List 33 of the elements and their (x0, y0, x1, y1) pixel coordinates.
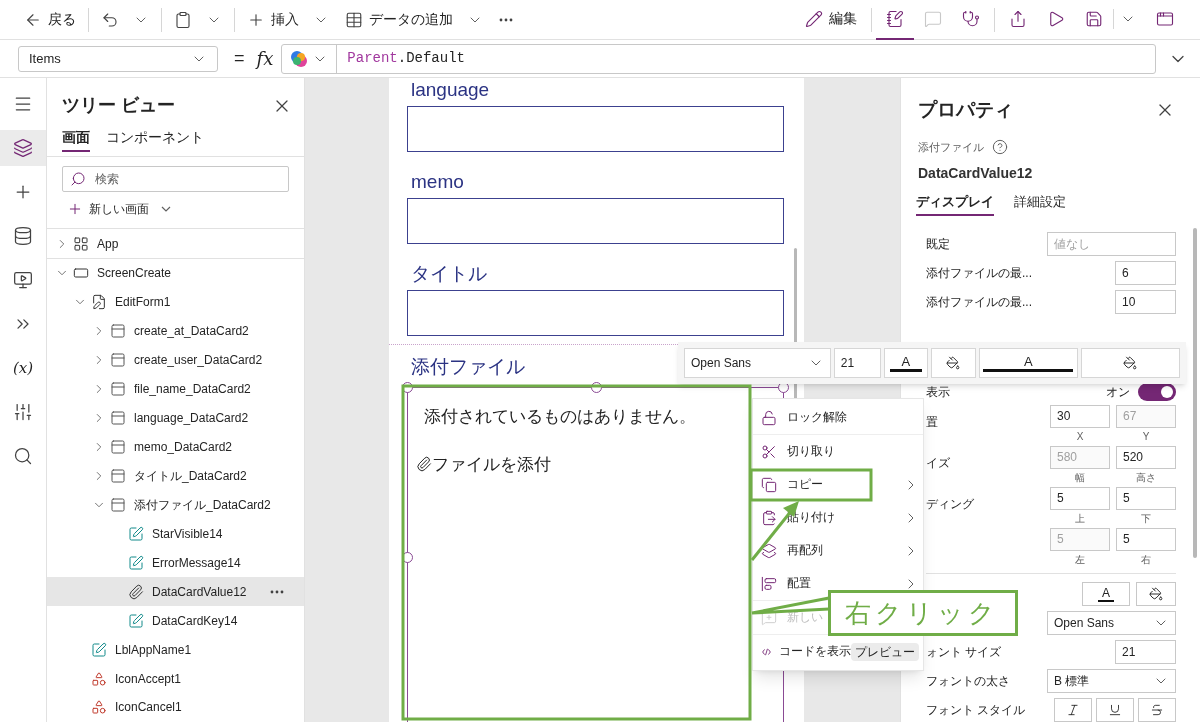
field-label: language (411, 78, 490, 102)
formula-text: Parent.Default (347, 49, 465, 68)
property-label: 置 (926, 414, 938, 429)
panel-title: ツリー ビュー (62, 94, 175, 117)
equals-sign: = (234, 47, 245, 70)
preview-tag: プレビュー (851, 642, 919, 661)
property-label: 添付ファイルの最... (926, 265, 1032, 282)
field-label: memo (411, 170, 464, 194)
property-label: ディング (926, 496, 974, 511)
empty-message: 添付されているものはありません。 (424, 406, 696, 428)
property-label: 表示 (926, 383, 950, 401)
fx-label: fx (256, 47, 274, 71)
toggle-state: オン (1106, 383, 1130, 401)
field-label: 添付ファイル (411, 355, 525, 379)
property-label: フォント スタイル (926, 702, 1026, 719)
field-caption: 上 (1075, 511, 1085, 526)
property-label: イズ (926, 455, 950, 470)
callout: 右クリック (828, 590, 1018, 636)
property-label: ォント サイズ (926, 644, 1002, 661)
field-caption: 右 (1141, 552, 1151, 567)
property-label: 添付ファイルの最... (926, 294, 1032, 311)
field-caption: X (1076, 429, 1084, 444)
control-name: DataCardValue12 (917, 164, 1034, 183)
field-label: タイトル (411, 262, 487, 286)
field-caption: 幅 (1075, 470, 1085, 485)
control-type: 添付ファイル (918, 139, 984, 155)
panel-title: プロパティ (918, 98, 1013, 122)
property-label: フォントの太さ (926, 673, 1010, 690)
field-caption: 高さ (1136, 470, 1156, 485)
field-caption: 下 (1141, 511, 1151, 526)
field-caption: Y (1142, 429, 1150, 444)
field-caption: 左 (1075, 552, 1085, 567)
property-label: 既定 (926, 236, 950, 253)
